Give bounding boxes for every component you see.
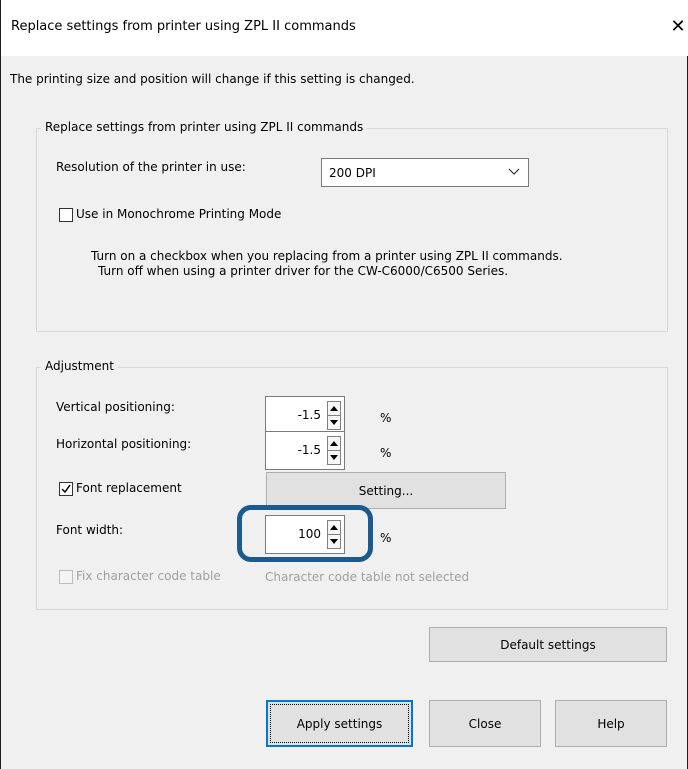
close-button[interactable]: Close [429,700,541,747]
apply-settings-label: Apply settings [296,716,383,731]
help-button-label: Help [597,716,625,731]
vertical-positioning-stepper[interactable]: -1.5 [265,396,345,435]
vertical-unit: % [380,411,392,425]
fix-code-table-label: Fix character code table [76,569,221,583]
setting-button-label: Setting... [358,483,414,498]
default-settings-label: Default settings [500,637,596,652]
font-width-unit: % [380,531,392,545]
font-width-label: Font width: [56,523,124,537]
font-width-value[interactable]: 100 [298,527,321,541]
code-table-status: Character code table not selected [265,570,470,584]
spin-up-icon[interactable] [328,402,340,416]
chevron-down-icon [508,168,520,175]
horizontal-spin-buttons[interactable] [327,436,341,465]
replace-settings-group-label: Replace settings from printer using ZPL … [41,120,368,134]
dialog-window: Replace settings from printer using ZPL … [0,0,688,769]
note-line-2: Turn off when using a printer driver for… [98,264,509,278]
spin-up-icon[interactable] [328,437,340,451]
intro-text: The printing size and position will chan… [10,72,415,86]
close-button-label: Close [468,716,502,731]
spin-down-icon[interactable] [328,416,340,429]
checkmark-icon [61,484,71,494]
apply-settings-button[interactable]: Apply settings [266,700,413,747]
fix-code-table-checkbox[interactable] [59,570,73,584]
default-settings-button[interactable]: Default settings [429,627,667,662]
horizontal-positioning-stepper[interactable]: -1.5 [265,431,345,470]
vertical-positioning-label: Vertical positioning: [56,400,175,414]
monochrome-checkbox[interactable] [59,208,73,222]
adjustment-group-label: Adjustment [41,359,118,373]
font-width-stepper[interactable]: 100 [265,515,345,554]
vertical-spin-buttons[interactable] [327,401,341,430]
horizontal-positioning-label: Horizontal positioning: [56,437,192,451]
monochrome-label[interactable]: Use in Monochrome Printing Mode [76,207,281,221]
resolution-label: Resolution of the printer in use: [56,160,246,174]
horizontal-unit: % [380,446,392,460]
window-title: Replace settings from printer using ZPL … [11,19,356,34]
spin-down-icon[interactable] [328,451,340,464]
resolution-value: 200 DPI [329,166,376,180]
vertical-positioning-value[interactable]: -1.5 [298,408,321,422]
spin-down-icon[interactable] [328,535,340,548]
font-replacement-label[interactable]: Font replacement [76,481,182,495]
close-icon[interactable]: ✕ [667,14,688,40]
help-button[interactable]: Help [555,700,667,747]
horizontal-positioning-value[interactable]: -1.5 [298,443,321,457]
note-line-1: Turn on a checkbox when you replacing fr… [91,249,563,263]
resolution-dropdown[interactable]: 200 DPI [321,158,529,187]
spin-up-icon[interactable] [328,521,340,535]
title-bar: Replace settings from printer using ZPL … [1,0,688,56]
font-width-spin-buttons[interactable] [327,520,341,549]
setting-button[interactable]: Setting... [266,472,506,509]
font-replacement-checkbox[interactable] [59,482,73,496]
